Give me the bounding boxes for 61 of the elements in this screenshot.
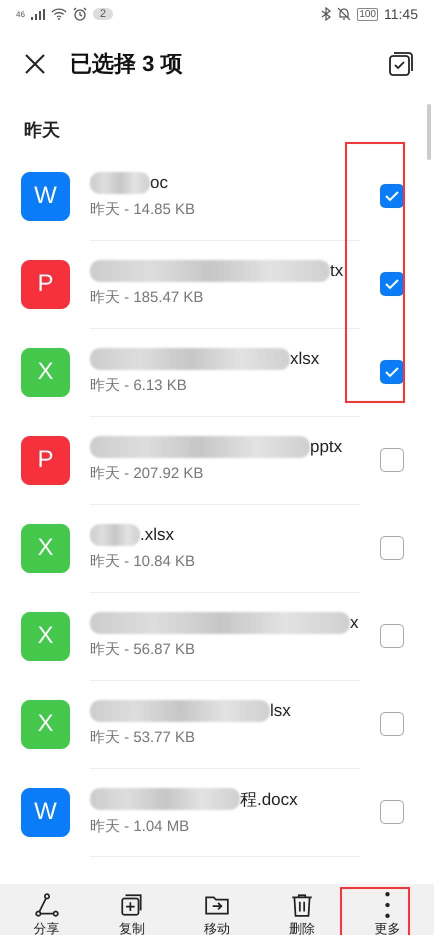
select-all-button[interactable]	[388, 51, 414, 77]
file-meta: 昨天 - 56.87 KB	[90, 640, 196, 659]
checkbox[interactable]	[380, 448, 404, 472]
scrollbar	[427, 104, 431, 160]
checkbox[interactable]	[380, 624, 404, 648]
toolbar-button[interactable]: 更多	[352, 884, 422, 935]
file-meta: 昨天 - 1.04 MB	[90, 816, 190, 836]
checkbox[interactable]	[380, 536, 404, 560]
file-type-icon: P	[21, 436, 70, 484]
file-type-icon: X	[21, 700, 70, 748]
file-type-icon: X	[21, 348, 70, 396]
file-type-icon: W	[21, 788, 70, 836]
file-type-icon: W	[21, 172, 70, 220]
alarm-icon	[72, 7, 87, 21]
file-meta: 昨天 - 53.77 KB	[90, 728, 196, 747]
checkbox[interactable]	[380, 800, 404, 824]
file-meta: 昨天 - 10.84 KB	[90, 552, 196, 571]
file-name: oc	[150, 173, 168, 193]
file-meta: 昨天 - 14.85 KB	[90, 200, 196, 219]
checkbox[interactable]	[380, 712, 404, 736]
redaction-blur	[90, 172, 150, 194]
file-name: lsx	[270, 701, 291, 721]
battery-level: 100	[357, 8, 378, 20]
file-name: .xlsx	[140, 525, 174, 545]
file-name: pptx	[310, 437, 342, 457]
select-all-icon	[388, 51, 414, 77]
checkbox[interactable]	[380, 184, 404, 208]
check-icon	[384, 190, 400, 202]
selection-title: 已选择 3 项	[70, 50, 184, 78]
toolbar-button[interactable]: 删除	[267, 884, 338, 935]
bluetooth-icon	[321, 7, 332, 21]
check-icon	[384, 366, 400, 378]
checkbox[interactable]	[380, 272, 404, 296]
checkbox[interactable]	[380, 360, 404, 384]
file-name: tx	[330, 261, 344, 281]
file-type-icon: X	[21, 612, 70, 660]
file-name: xlsx	[290, 349, 320, 369]
close-button[interactable]	[24, 53, 46, 75]
muted-bell-icon	[337, 7, 352, 21]
notification-count: 2	[92, 8, 114, 20]
file-type-icon: X	[21, 524, 70, 572]
file-meta: 昨天 - 6.13 KB	[90, 376, 188, 395]
file-meta: 昨天 - 185.47 KB	[90, 288, 204, 307]
section-heading: 昨天	[24, 119, 60, 142]
toolbar-button[interactable]: 移动	[182, 884, 252, 935]
close-icon	[24, 53, 46, 75]
check-icon	[384, 278, 400, 290]
wifi-icon	[50, 8, 67, 20]
file-meta: 昨天 - 207.92 KB	[90, 464, 204, 483]
file-name: x	[350, 613, 358, 633]
network-type: 46	[16, 10, 25, 18]
more-icon	[384, 892, 390, 918]
share-icon	[34, 892, 60, 918]
toolbar-button[interactable]: 分享	[12, 884, 82, 935]
file-type-icon: P	[21, 260, 70, 308]
clock: 11:45	[384, 6, 418, 22]
highlight-frame	[340, 887, 410, 935]
redaction-blur	[90, 524, 140, 546]
toolbar-button[interactable]: 复制	[96, 884, 167, 935]
signal-icon	[30, 8, 45, 20]
file-name: 程.docx	[240, 788, 298, 810]
